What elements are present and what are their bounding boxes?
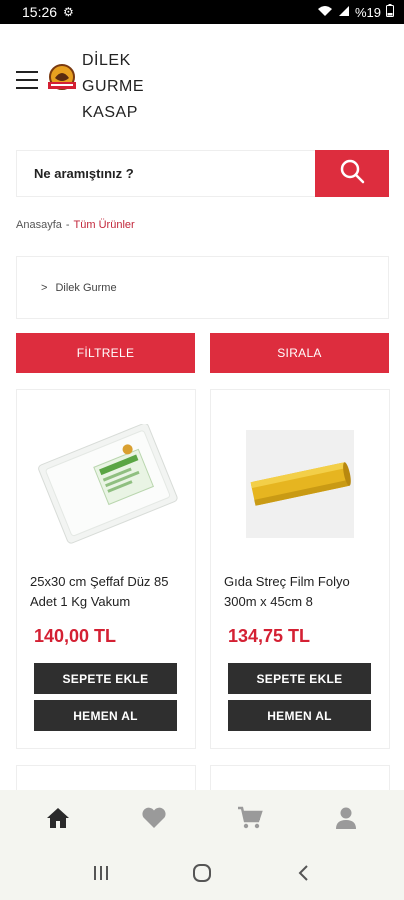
add-to-cart-button[interactable]: SEPETE EKLE bbox=[228, 663, 371, 694]
chevron-right-icon: > bbox=[41, 281, 48, 294]
filter-button[interactable]: FİLTRELE bbox=[16, 333, 195, 373]
user-icon bbox=[335, 806, 357, 835]
home-icon bbox=[46, 807, 70, 834]
product-name[interactable]: Gıda Streç Film Folyo 300m x 45cm 8 bbox=[224, 572, 382, 612]
product-image[interactable] bbox=[221, 406, 379, 562]
brand-line-1: DİLEK bbox=[82, 52, 131, 69]
bottom-navigation bbox=[0, 790, 404, 850]
signal-icon bbox=[338, 5, 350, 20]
recent-apps-icon bbox=[92, 865, 110, 886]
recent-apps-button[interactable] bbox=[81, 860, 121, 890]
nav-home[interactable] bbox=[28, 800, 88, 840]
nav-cart[interactable] bbox=[220, 800, 280, 840]
back-chevron-icon bbox=[297, 864, 309, 887]
battery-icon bbox=[386, 4, 394, 20]
product-image[interactable] bbox=[27, 406, 185, 562]
breadcrumb: Anasayfa - Tüm Ürünler bbox=[16, 219, 135, 231]
breadcrumb-current[interactable]: Tüm Ürünler bbox=[74, 219, 135, 231]
menu-icon[interactable] bbox=[16, 71, 38, 89]
system-navigation bbox=[0, 850, 404, 900]
heart-icon bbox=[141, 807, 167, 834]
product-price: 140,00 TL bbox=[34, 626, 117, 646]
wifi-icon bbox=[317, 5, 333, 20]
product-name[interactable]: 25x30 cm Şeffaf Düz 85 Adet 1 Kg Vakum bbox=[30, 572, 188, 612]
add-to-cart-button[interactable]: SEPETE EKLE bbox=[34, 663, 177, 694]
product-card[interactable]: 25x30 cm Şeffaf Düz 85 Adet 1 Kg Vakum 1… bbox=[16, 389, 196, 749]
battery-text: %19 bbox=[354, 4, 381, 20]
buy-now-button[interactable]: HEMEN AL bbox=[228, 700, 371, 731]
cart-icon bbox=[237, 806, 263, 835]
brand-name[interactable]: DİLEK GURME KASAP bbox=[82, 48, 144, 126]
category-label: Dilek Gurme bbox=[55, 281, 117, 294]
home-circle-icon bbox=[192, 863, 212, 888]
brand-line-2: GURME bbox=[82, 78, 145, 95]
status-bar: 15:26 ⚙ %19 bbox=[0, 0, 404, 24]
brand-logo[interactable] bbox=[45, 62, 79, 96]
buy-now-button[interactable]: HEMEN AL bbox=[34, 700, 177, 731]
search-icon bbox=[339, 158, 365, 189]
breadcrumb-home[interactable]: Anasayfa bbox=[16, 219, 62, 231]
home-system-button[interactable] bbox=[182, 860, 222, 890]
status-time: 15:26 bbox=[22, 4, 58, 20]
brand-line-3: KASAP bbox=[82, 104, 138, 121]
settings-gear-icon: ⚙ bbox=[63, 5, 74, 19]
nav-favorites[interactable] bbox=[124, 800, 184, 840]
header: DİLEK GURME KASAP bbox=[0, 24, 404, 142]
sort-button[interactable]: SIRALA bbox=[210, 333, 389, 373]
product-price: 134,75 TL bbox=[228, 626, 311, 646]
nav-account[interactable] bbox=[316, 800, 376, 840]
category-box[interactable]: > Dilek Gurme bbox=[16, 256, 389, 319]
back-button[interactable] bbox=[283, 860, 323, 890]
search-input[interactable] bbox=[17, 151, 315, 196]
breadcrumb-separator: - bbox=[65, 219, 70, 231]
search-bar bbox=[16, 150, 389, 197]
product-card[interactable]: Gıda Streç Film Folyo 300m x 45cm 8 134,… bbox=[210, 389, 390, 749]
search-button[interactable] bbox=[315, 150, 389, 197]
